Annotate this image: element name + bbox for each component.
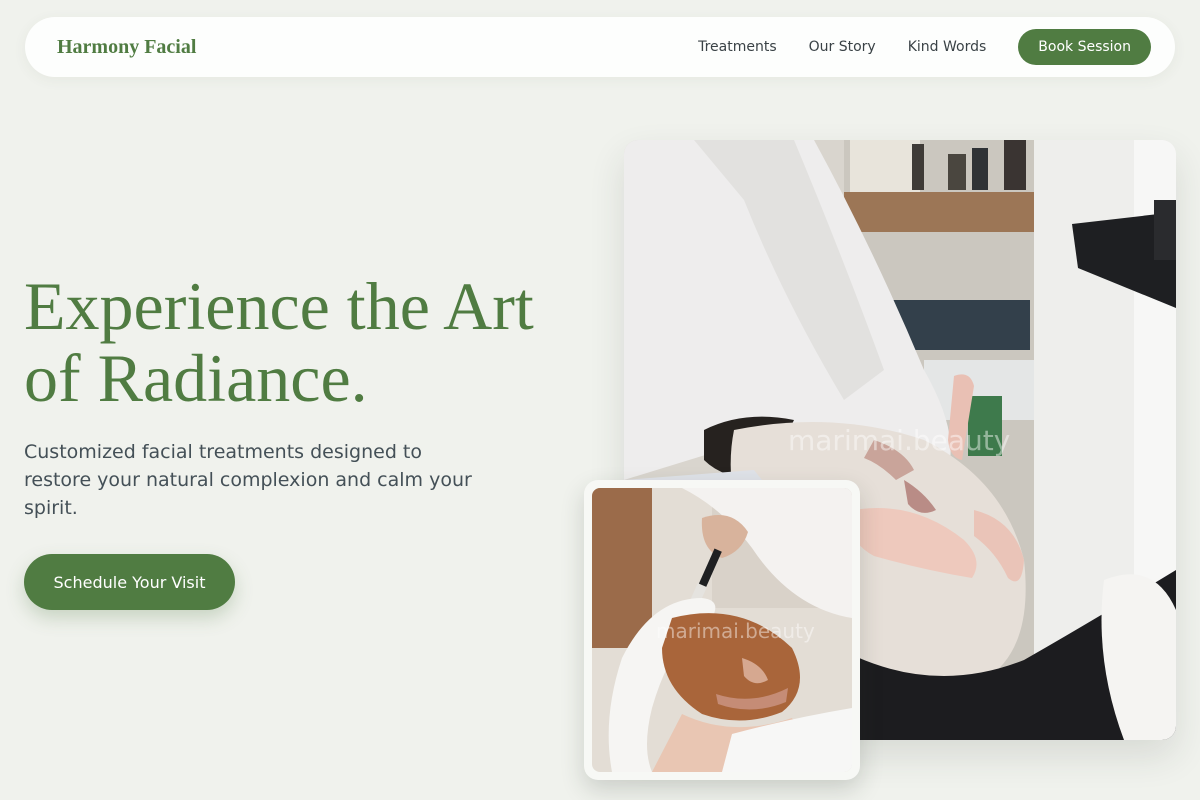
brand-logo[interactable]: Harmony Facial [57,36,196,59]
secondary-photo-watermark: marimai.beauty [656,619,815,643]
main-photo-watermark: marimai.beauty [788,424,1010,457]
book-session-button[interactable]: Book Session [1018,29,1151,65]
nav-link-kind-words[interactable]: Kind Words [908,39,987,55]
nav-link-our-story[interactable]: Our Story [809,39,876,55]
page: Harmony Facial Treatments Our Story Kind… [0,0,1200,800]
hero-title: Experience the Art of Radiance. [24,270,604,414]
navbar: Harmony Facial Treatments Our Story Kind… [25,17,1175,77]
clay-mask-photo: marimai.beauty [592,488,852,772]
hero-title-line-1: Experience the Art [24,268,534,344]
hero-subtitle: Customized facial treatments designed to… [24,441,472,519]
hero-title-line-2: of Radiance. [24,340,368,416]
nav-link-treatments[interactable]: Treatments [698,39,777,55]
secondary-photo-frame: marimai.beauty [584,480,860,780]
schedule-visit-button[interactable]: Schedule Your Visit [24,554,235,610]
nav-menu: Treatments Our Story Kind Words Book Ses… [698,29,1151,65]
